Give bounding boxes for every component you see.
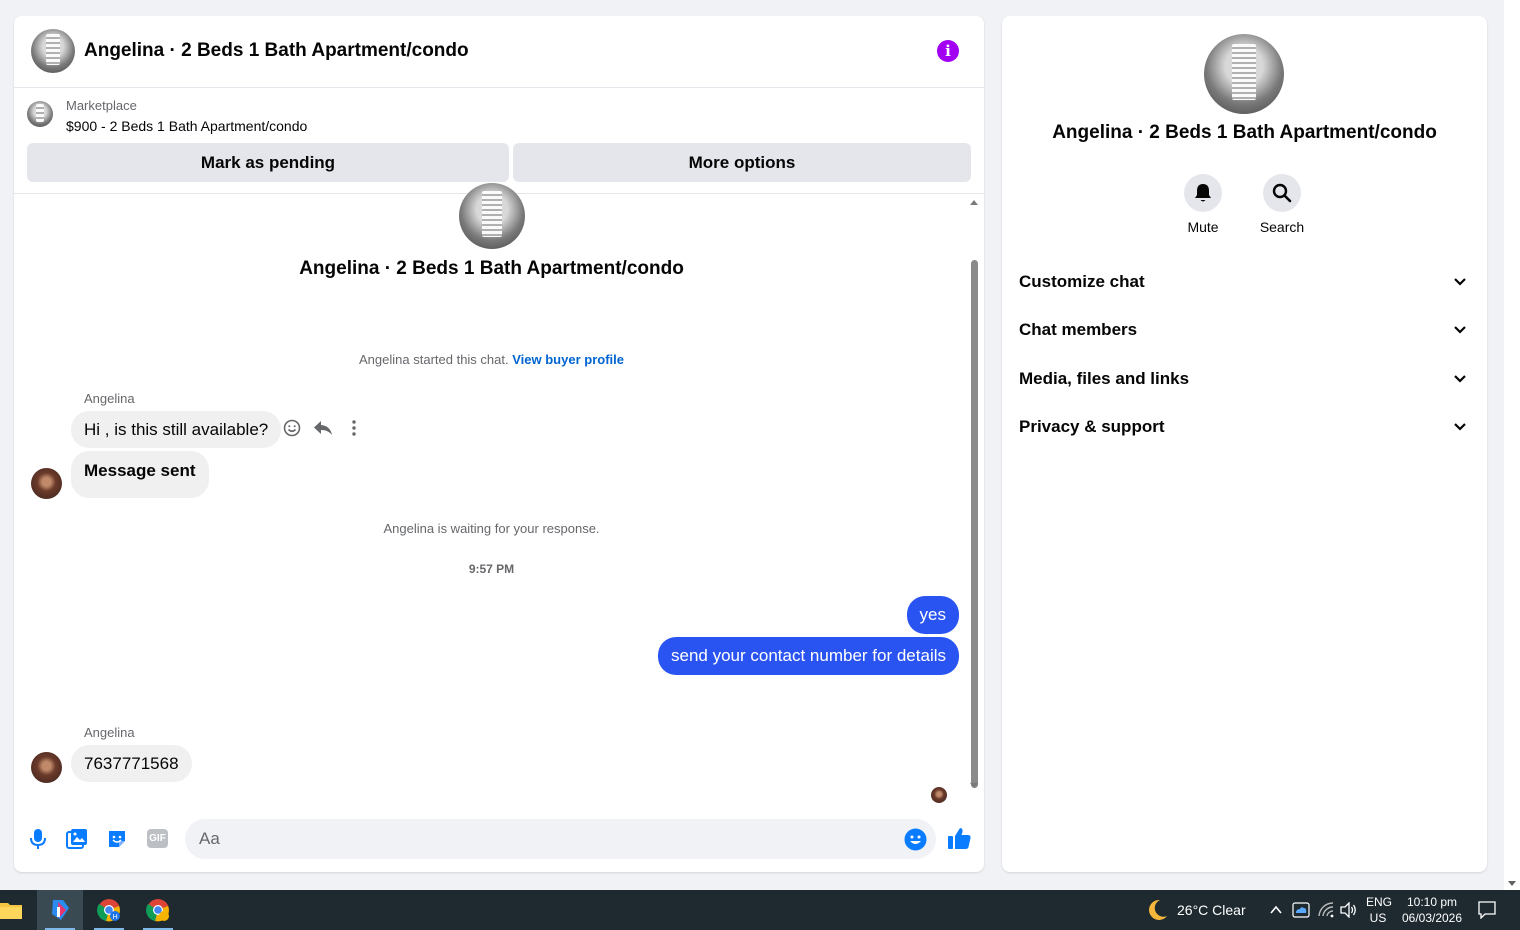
incoming-message[interactable]: Message sent xyxy=(71,451,209,498)
chat-panel: Angelina · 2 Beds 1 Bath Apartment/condo… xyxy=(14,16,984,872)
moon-weather-icon[interactable] xyxy=(1146,898,1168,922)
more-vertical-icon[interactable] xyxy=(344,418,364,438)
chat-title[interactable]: Angelina · 2 Beds 1 Bath Apartment/condo xyxy=(84,40,469,62)
message-timestamp: 9:57 PM xyxy=(468,562,515,576)
accordion-label: Media, files and links xyxy=(1019,369,1190,388)
view-buyer-profile-link[interactable]: View buyer profile xyxy=(512,352,624,367)
reply-icon[interactable] xyxy=(312,418,334,438)
incoming-message[interactable]: 7637771568 xyxy=(71,745,192,782)
chrome-icon: H xyxy=(97,899,120,922)
folder-icon xyxy=(0,903,22,919)
svg-text:H: H xyxy=(113,914,118,921)
react-emoji-icon[interactable] xyxy=(282,418,302,438)
listing-title[interactable]: $900 - 2 Beds 1 Bath Apartment/condo xyxy=(66,118,307,134)
more-options-button[interactable]: More options xyxy=(513,143,971,182)
scrollbar-thumb[interactable] xyxy=(971,260,978,788)
message-actions xyxy=(282,417,364,439)
search-label: Search xyxy=(1259,219,1305,235)
photo-icon[interactable] xyxy=(66,828,88,850)
accordion-media-files-links[interactable]: Media, files and links xyxy=(1002,356,1487,402)
details-avatar[interactable] xyxy=(1204,34,1284,114)
search-button[interactable]: Search xyxy=(1252,174,1312,235)
onedrive-icon[interactable] xyxy=(1292,902,1310,918)
language-code: ENG xyxy=(1366,895,1393,909)
incoming-message[interactable]: Hi , is this still available? xyxy=(71,411,282,448)
pycharm-button[interactable] xyxy=(37,890,83,930)
microphone-icon[interactable] xyxy=(28,828,48,850)
clock[interactable]: 10:10 pm 06/03/2026 xyxy=(1400,894,1464,926)
read-receipt-avatar xyxy=(931,787,947,803)
page-scrollbar[interactable] xyxy=(1504,0,1520,890)
accordion-customize-chat[interactable]: Customize chat xyxy=(1002,259,1487,305)
accordion-privacy-support[interactable]: Privacy & support xyxy=(1002,404,1487,450)
like-thumbs-up-icon[interactable] xyxy=(947,826,972,851)
chrome-icon xyxy=(146,899,169,922)
chrome-button[interactable]: H xyxy=(86,890,132,930)
volume-icon[interactable] xyxy=(1340,902,1358,918)
sender-name: Angelina xyxy=(84,391,135,406)
accordion-chat-members[interactable]: Chat members xyxy=(1002,307,1487,353)
listing-thumbnail[interactable] xyxy=(27,101,53,127)
mute-label: Mute xyxy=(1187,219,1219,235)
bell-icon xyxy=(1195,184,1211,202)
accordion-label: Customize chat xyxy=(1019,272,1145,291)
search-icon xyxy=(1272,183,1292,203)
chevron-down-icon xyxy=(1454,375,1466,383)
chat-scrollbar[interactable] xyxy=(969,196,981,802)
chevron-down-icon xyxy=(1454,423,1466,431)
chevron-down-icon xyxy=(1454,278,1466,286)
app-icon xyxy=(52,900,69,920)
taskbar: H 26°C Clear ENG US 10:10 pm 06/03/2026 xyxy=(0,890,1520,930)
message-sent-label: Message sent xyxy=(84,461,196,480)
message-input-container xyxy=(185,819,936,859)
chevron-up-icon[interactable] xyxy=(1269,904,1283,916)
chrome-profile-button[interactable] xyxy=(135,890,181,930)
weather-text[interactable]: 26°C Clear xyxy=(1177,902,1246,918)
sender-avatar[interactable] xyxy=(31,752,62,783)
file-explorer-button[interactable] xyxy=(0,890,34,930)
accordion-label: Privacy & support xyxy=(1019,417,1165,436)
notification-icon[interactable] xyxy=(1478,901,1496,919)
marketplace-banner: Marketplace $900 - 2 Beds 1 Bath Apartme… xyxy=(14,88,984,194)
wifi-icon[interactable] xyxy=(1318,902,1334,918)
message-input[interactable] xyxy=(199,819,879,859)
sticker-icon[interactable] xyxy=(106,828,128,850)
mark-as-pending-button[interactable]: Mark as pending xyxy=(27,143,509,182)
conversation-title: Angelina · 2 Beds 1 Bath Apartment/condo xyxy=(299,258,684,279)
emoji-icon[interactable] xyxy=(904,828,927,851)
outgoing-message[interactable]: yes xyxy=(906,596,959,634)
conversation-avatar[interactable] xyxy=(459,183,525,249)
gif-icon[interactable]: GIF xyxy=(147,829,168,848)
waiting-notice: Angelina is waiting for your response. xyxy=(383,521,600,536)
scroll-down-arrow-icon[interactable] xyxy=(970,783,978,788)
message-composer: GIF xyxy=(14,816,984,862)
chat-started-notice: Angelina started this chat. View buyer p… xyxy=(14,352,969,367)
accordion-label: Chat members xyxy=(1019,320,1138,339)
chat-started-text: Angelina started this chat. xyxy=(359,352,509,367)
scroll-down-arrow-icon[interactable] xyxy=(1508,881,1516,886)
language-indicator[interactable]: ENG US xyxy=(1366,894,1393,926)
region-code: US xyxy=(1369,911,1387,925)
chat-avatar[interactable] xyxy=(31,29,75,73)
mute-button[interactable]: Mute xyxy=(1173,174,1233,235)
chevron-down-icon xyxy=(1454,326,1466,334)
chat-header: Angelina · 2 Beds 1 Bath Apartment/condo… xyxy=(14,16,984,88)
sender-name: Angelina xyxy=(84,725,135,740)
sender-avatar[interactable] xyxy=(31,468,62,499)
scroll-up-arrow-icon[interactable] xyxy=(970,200,978,205)
clock-time: 10:10 pm xyxy=(1406,895,1458,909)
info-icon[interactable]: i xyxy=(937,40,959,62)
chat-details-panel: Angelina · 2 Beds 1 Bath Apartment/condo… xyxy=(1002,16,1487,872)
details-title: Angelina · 2 Beds 1 Bath Apartment/condo xyxy=(1052,122,1437,143)
marketplace-label: Marketplace xyxy=(66,98,137,113)
clock-date: 06/03/2026 xyxy=(1401,911,1463,925)
outgoing-message[interactable]: send your contact number for details xyxy=(658,637,959,675)
